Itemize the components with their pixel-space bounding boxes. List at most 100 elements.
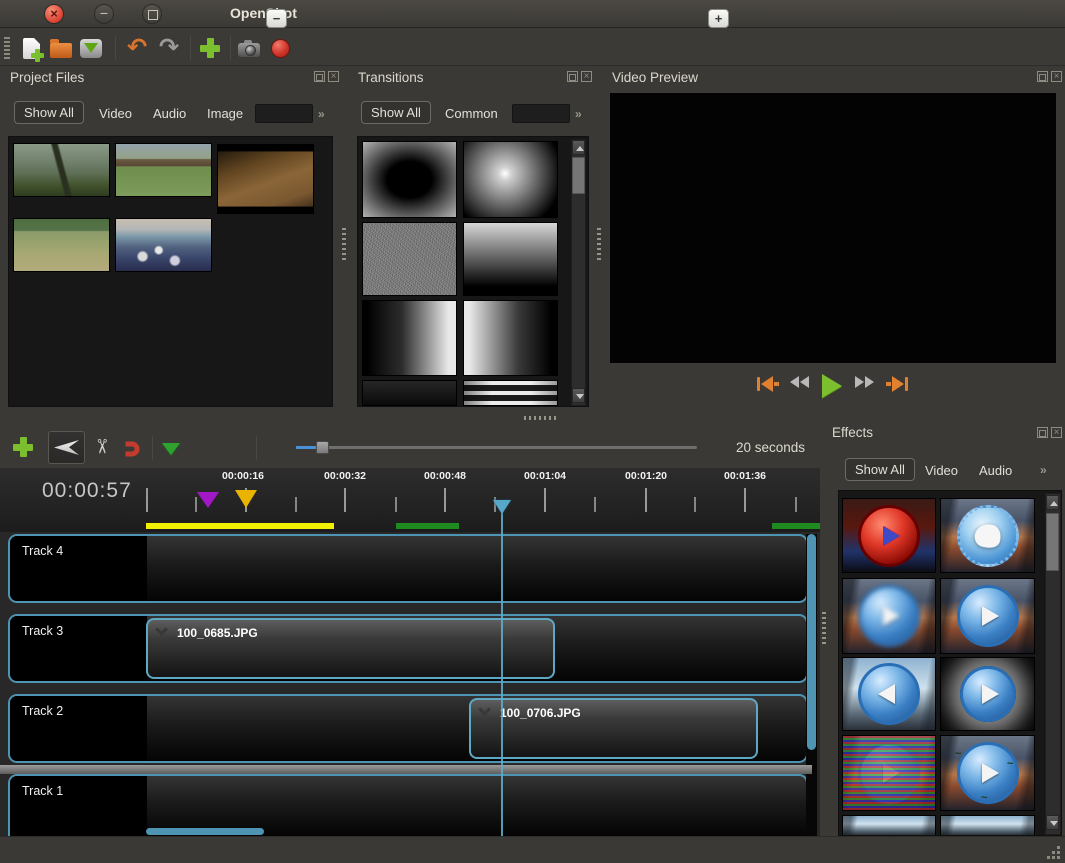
tracks-vertical-scrollbar-handle[interactable] xyxy=(807,534,816,750)
transitions-filter-input[interactable] xyxy=(512,104,570,123)
purple-marker[interactable] xyxy=(197,492,219,508)
window-close-button[interactable]: × xyxy=(44,4,64,24)
tab-transitions-show-all[interactable]: Show All xyxy=(361,101,431,124)
transition-venetian-bars[interactable] xyxy=(463,380,558,406)
file-thumbnail-field[interactable] xyxy=(115,143,212,197)
export-button[interactable] xyxy=(267,36,293,60)
panel-splitter-handle[interactable] xyxy=(597,228,601,260)
new-project-button[interactable] xyxy=(18,36,44,60)
redo-button[interactable]: ↷ xyxy=(156,36,182,60)
close-panel-icon[interactable]: × xyxy=(1051,427,1062,438)
effect-old-film[interactable]: ~ ~ ~ xyxy=(940,735,1035,811)
window-minimize-button[interactable]: − xyxy=(94,4,114,24)
effect-blur[interactable] xyxy=(842,578,936,654)
tab-effects-video[interactable]: Video xyxy=(918,459,965,482)
float-panel-icon[interactable] xyxy=(1037,427,1048,438)
file-thumbnail-pond[interactable] xyxy=(13,143,110,197)
zoom-in-button[interactable]: + xyxy=(708,9,729,28)
undo-button[interactable]: ↶ xyxy=(124,36,150,60)
gold-marker[interactable] xyxy=(235,490,257,508)
effect-red-glitch[interactable] xyxy=(842,498,936,573)
jump-to-end-button[interactable] xyxy=(886,376,908,392)
effect-glow-mask[interactable] xyxy=(940,657,1035,731)
clip-chevron-icon[interactable] xyxy=(155,623,168,636)
transition-wipe-down[interactable] xyxy=(463,222,558,296)
effects-more-button[interactable]: » xyxy=(1040,463,1047,477)
window-maximize-button[interactable] xyxy=(142,4,162,24)
tab-project-show-all[interactable]: Show All xyxy=(14,101,84,124)
add-marker-button[interactable] xyxy=(158,437,184,461)
razor-tool-button[interactable]: ✂ xyxy=(88,434,114,458)
track-label: Track 3 xyxy=(22,624,63,638)
effects-scrollbar-handle[interactable] xyxy=(1046,513,1059,571)
transition-wipe-right[interactable] xyxy=(362,300,457,376)
fast-forward-icon xyxy=(855,376,864,388)
file-thumbnail-sign[interactable] xyxy=(217,144,314,214)
scroll-up-arrow[interactable] xyxy=(1046,495,1059,510)
tab-project-video[interactable]: Video xyxy=(92,102,139,125)
window-resize-grip[interactable] xyxy=(1045,844,1060,859)
clip-100-0685[interactable]: 100_0685.JPG xyxy=(146,618,555,679)
horizontal-splitter-handle[interactable] xyxy=(524,416,556,420)
project-files-more-button[interactable]: » xyxy=(318,107,325,121)
toolbar-grip-handle[interactable] xyxy=(4,37,10,59)
timeline-zoom-slider[interactable] xyxy=(296,446,697,449)
effect-play-normal[interactable] xyxy=(940,578,1035,654)
timeline-ruler[interactable]: 00:00:57 00:00:16 00:00:32 00:00:48 00:0… xyxy=(0,468,820,532)
close-panel-icon[interactable]: × xyxy=(581,71,592,82)
transitions-scrollbar-handle[interactable] xyxy=(572,157,585,194)
scroll-down-arrow[interactable] xyxy=(1046,815,1059,830)
slider-handle[interactable] xyxy=(316,441,329,454)
transition-circle-out[interactable] xyxy=(463,141,558,218)
track-3-header[interactable]: Track 3 xyxy=(10,616,147,681)
add-track-button[interactable] xyxy=(10,435,36,459)
select-tool-button[interactable] xyxy=(48,431,85,464)
effects-splitter-handle[interactable] xyxy=(822,612,826,644)
transition-wipe-left[interactable] xyxy=(463,300,558,376)
tab-effects-audio[interactable]: Audio xyxy=(972,459,1019,482)
close-panel-icon[interactable]: × xyxy=(1051,71,1062,82)
transition-circle-in[interactable] xyxy=(362,141,457,218)
project-files-filter-input[interactable] xyxy=(255,104,313,123)
tab-effects-show-all[interactable]: Show All xyxy=(845,458,915,481)
effect-gold-partial[interactable] xyxy=(940,815,1035,836)
effect-rgb-scanlines[interactable] xyxy=(842,735,936,811)
effect-water-ripple[interactable] xyxy=(940,498,1035,573)
tracks-horizontal-scrollbar-handle[interactable] xyxy=(146,828,264,835)
zoom-out-button[interactable]: − xyxy=(266,9,287,28)
scroll-up-arrow[interactable] xyxy=(572,140,585,155)
fast-forward-button[interactable] xyxy=(855,376,874,388)
effect-mirror[interactable] xyxy=(842,657,936,731)
file-thumbnail-bed[interactable] xyxy=(115,218,212,272)
transition-fade-dark[interactable] xyxy=(362,380,457,406)
clip-100-0706[interactable]: 100_0706.JPG xyxy=(469,698,758,759)
file-thumbnail-grass[interactable] xyxy=(13,218,110,272)
playhead-line[interactable] xyxy=(501,512,503,836)
snapshot-button[interactable] xyxy=(236,36,262,60)
jump-to-start-button[interactable] xyxy=(757,376,779,392)
transitions-more-button[interactable]: » xyxy=(575,107,582,121)
track-2-header[interactable]: Track 2 xyxy=(10,696,147,761)
tab-project-audio[interactable]: Audio xyxy=(146,102,193,125)
playhead-handle[interactable] xyxy=(493,500,511,514)
snap-button[interactable] xyxy=(119,437,145,461)
tab-project-image[interactable]: Image xyxy=(200,102,250,125)
add-files-button[interactable] xyxy=(197,36,223,60)
openshot-window: × − OpenShot ↶ ↷ xyxy=(0,0,1065,863)
save-project-button[interactable] xyxy=(78,36,104,60)
close-panel-icon[interactable]: × xyxy=(328,71,339,82)
tab-transitions-common[interactable]: Common xyxy=(438,102,505,125)
transition-dissolve[interactable] xyxy=(362,222,457,296)
clip-chevron-icon[interactable] xyxy=(478,703,491,716)
track-4-header[interactable]: Track 4 xyxy=(10,536,147,601)
float-panel-icon[interactable] xyxy=(567,71,578,82)
scroll-down-arrow[interactable] xyxy=(572,388,585,403)
track-1-header[interactable]: Track 1 xyxy=(10,776,147,836)
float-panel-icon[interactable] xyxy=(314,71,325,82)
rewind-button[interactable] xyxy=(790,376,809,388)
panel-splitter-handle[interactable] xyxy=(342,228,346,260)
play-button[interactable] xyxy=(822,374,842,398)
float-panel-icon[interactable] xyxy=(1037,71,1048,82)
open-project-button[interactable] xyxy=(48,36,74,60)
effect-blue-partial[interactable] xyxy=(842,815,936,836)
